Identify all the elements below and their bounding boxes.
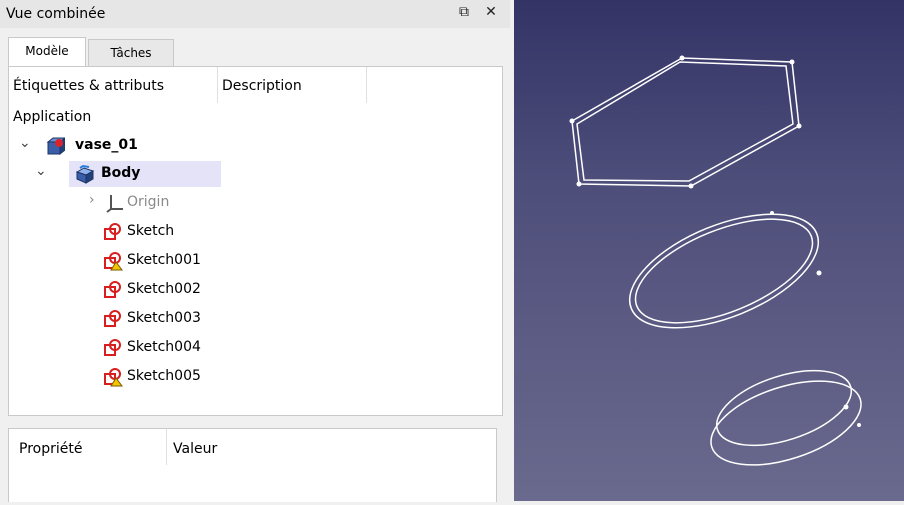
sketch-warning-icon bbox=[104, 368, 123, 387]
3d-viewport[interactable] bbox=[514, 0, 904, 501]
hexagon-vertices bbox=[569, 55, 802, 189]
ellipse-sketch[interactable] bbox=[614, 191, 834, 351]
column-header-description[interactable]: Description bbox=[218, 67, 367, 103]
body-icon bbox=[75, 164, 95, 184]
tree-item-sketch[interactable]: Sketch bbox=[9, 219, 229, 245]
close-panel-icon[interactable]: ✕ bbox=[482, 4, 500, 20]
column-header-value[interactable]: Valeur bbox=[173, 441, 217, 457]
document-part-icon bbox=[46, 137, 65, 156]
column-header-labels[interactable]: Étiquettes & attributs bbox=[9, 67, 218, 103]
sketch-icon bbox=[104, 310, 121, 327]
hexagon-sketch[interactable] bbox=[571, 57, 800, 187]
column-divider bbox=[166, 429, 167, 465]
tree-item-sketch002[interactable]: Sketch002 bbox=[9, 277, 229, 303]
panel-title: Vue combinée bbox=[6, 6, 106, 22]
property-view: Propriété Valeur bbox=[8, 428, 497, 502]
panel-titlebar: Vue combinée ⧉ ✕ bbox=[0, 0, 510, 28]
chevron-right-icon[interactable]: › bbox=[89, 192, 95, 208]
chevron-down-icon[interactable]: ⌄ bbox=[19, 135, 31, 151]
sketch-icon bbox=[104, 339, 121, 356]
ellipse-point bbox=[770, 211, 774, 215]
column-header-property[interactable]: Propriété bbox=[19, 441, 82, 457]
ellipse-point bbox=[843, 404, 849, 410]
combo-view-panel: Vue combinée ⧉ ✕ Modèle Tâches Étiquette… bbox=[0, 0, 510, 502]
tree-item-sketch004[interactable]: Sketch004 bbox=[9, 335, 229, 361]
ellipse-point bbox=[857, 423, 861, 427]
tree-item-origin[interactable]: › Origin bbox=[9, 190, 229, 216]
tab-tasks[interactable]: Tâches bbox=[88, 39, 174, 66]
chevron-down-icon[interactable]: ⌄ bbox=[35, 163, 47, 179]
tab-model[interactable]: Modèle bbox=[8, 37, 86, 67]
ellipse-point bbox=[816, 270, 822, 276]
viewport-canvas[interactable] bbox=[514, 0, 904, 501]
tree-item-sketch005[interactable]: Sketch005 bbox=[9, 364, 229, 390]
float-panel-icon[interactable]: ⧉ bbox=[455, 4, 473, 20]
tree-application-row: Application bbox=[9, 105, 309, 131]
ellipse-sketch-small[interactable] bbox=[701, 356, 872, 481]
sketch-icon bbox=[104, 223, 121, 240]
tree-item-sketch001[interactable]: Sketch001 bbox=[9, 248, 229, 274]
model-tree: Étiquettes & attributs Description Appli… bbox=[8, 66, 503, 416]
sketch-icon bbox=[104, 281, 121, 298]
tree-item-vase01[interactable]: ⌄ vase_01 bbox=[9, 133, 229, 159]
application-label: Application bbox=[13, 109, 92, 125]
tree-item-sketch003[interactable]: Sketch003 bbox=[9, 306, 229, 332]
tree-item-body[interactable]: ⌄ Body bbox=[9, 161, 229, 187]
origin-icon bbox=[106, 195, 123, 213]
sketch-warning-icon bbox=[104, 252, 123, 271]
